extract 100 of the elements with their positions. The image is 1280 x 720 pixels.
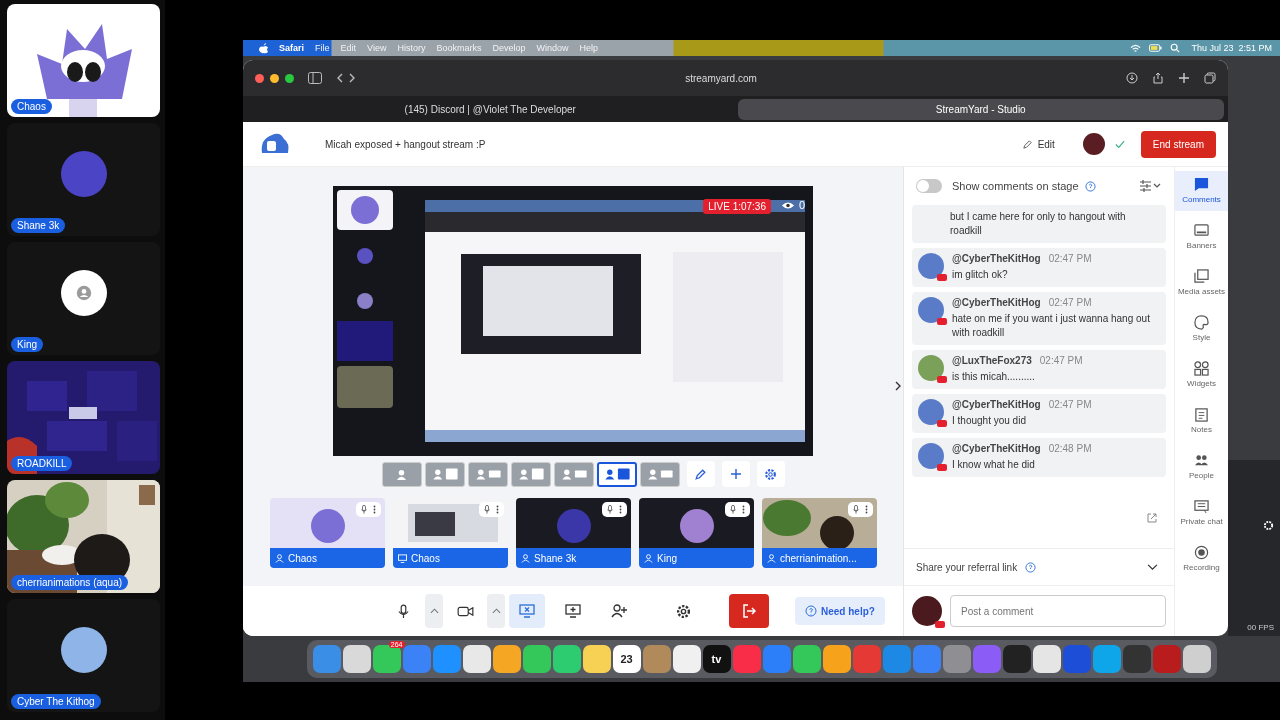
wifi-icon[interactable] [1130, 42, 1142, 54]
app-icon[interactable]: 23 [612, 645, 641, 673]
menu-item[interactable]: Safari [279, 43, 304, 53]
layout-button[interactable] [596, 461, 637, 487]
caret-icon [429, 608, 439, 614]
people-icon [1194, 453, 1209, 468]
toggle-switch[interactable] [916, 179, 942, 193]
tile-controls[interactable] [602, 502, 627, 517]
app-icon[interactable] [522, 645, 551, 673]
mic-icon[interactable] [361, 505, 367, 514]
app-icon[interactable] [462, 645, 491, 673]
plus-icon[interactable] [1178, 72, 1190, 84]
tile-controls[interactable] [725, 502, 750, 517]
download-icon[interactable] [1126, 72, 1138, 84]
rail-tab[interactable]: Notes [1175, 401, 1228, 441]
apple-icon[interactable] [259, 42, 268, 54]
edit-button[interactable]: Edit [1015, 137, 1061, 151]
filter-icon[interactable] [1138, 180, 1162, 192]
menu-item[interactable]: File [315, 43, 330, 53]
source-name: King [657, 552, 677, 564]
comment-text: is this micah.......... [952, 370, 1036, 384]
source-card[interactable]: Shane 3k [516, 498, 631, 568]
person-icon [275, 553, 284, 563]
tile-controls[interactable] [848, 502, 873, 517]
avatar[interactable] [1082, 133, 1105, 155]
source-card[interactable]: Chaos [270, 498, 385, 568]
comment-author: @CyberTheKitHog [952, 443, 1041, 454]
rail-tab[interactable]: Comments [1175, 171, 1228, 211]
help-icon[interactable] [1084, 180, 1096, 192]
youtube-icon [935, 621, 945, 628]
rail-tab[interactable]: Media assets [1175, 263, 1228, 303]
tile-controls[interactable] [356, 502, 381, 517]
mic-icon[interactable] [853, 505, 859, 514]
chevron-right-icon[interactable] [895, 381, 901, 391]
app-icon[interactable] [552, 645, 581, 673]
source-card[interactable]: King [639, 498, 754, 568]
mic-icon[interactable] [730, 505, 736, 514]
source-card[interactable]: cherrianimation... [762, 498, 877, 568]
referral-label[interactable]: Share your referral link [916, 561, 1018, 573]
share-icon[interactable] [1152, 72, 1164, 84]
browser-tab[interactable]: StreamYard - Studio [737, 98, 1224, 120]
comment-field[interactable]: Post a comment [950, 595, 1166, 627]
rail-tab[interactable]: Style [1175, 309, 1228, 349]
more-icon[interactable] [742, 505, 745, 514]
leave-button[interactable] [729, 594, 769, 628]
app-icon[interactable] [582, 645, 611, 673]
screen-icon [398, 553, 407, 563]
source-card[interactable]: Chaos [393, 498, 508, 568]
rail-tab[interactable]: Recording [1175, 539, 1228, 579]
settings-icon [675, 603, 691, 619]
app-icon[interactable] [1032, 645, 1061, 673]
mic-icon[interactable] [607, 505, 613, 514]
app-icon[interactable] [1002, 645, 1031, 673]
person-icon [644, 553, 653, 563]
tabs-icon[interactable] [1204, 72, 1216, 84]
app-icon[interactable] [792, 645, 821, 673]
person-icon [75, 284, 92, 301]
app-icon[interactable] [822, 645, 851, 673]
battery-icon[interactable] [1149, 44, 1163, 52]
more-icon[interactable] [865, 505, 868, 514]
eye-icon [780, 200, 795, 210]
rail-tab[interactable]: People [1175, 447, 1228, 487]
app-icon[interactable]: tv [702, 645, 731, 673]
back-forward-icon[interactable] [336, 72, 356, 84]
chevron-down-icon[interactable] [1147, 563, 1158, 571]
more-icon[interactable] [619, 505, 622, 514]
settings-icon[interactable] [1263, 520, 1274, 531]
comment-icon [1194, 177, 1209, 192]
more-icon[interactable] [373, 505, 376, 514]
edit-button[interactable] [686, 461, 715, 487]
end-stream-button[interactable]: End stream [1140, 130, 1216, 158]
browser-tab[interactable]: (145) Discord | @Violet The Developer [247, 98, 734, 120]
name-label: Chaos [11, 99, 52, 114]
sidebar-icon[interactable] [308, 72, 322, 84]
menu-clock[interactable]: Thu Jul 23 2:51 PM [1191, 43, 1272, 53]
mic-icon[interactable] [484, 505, 490, 514]
search-icon[interactable] [1170, 43, 1181, 53]
app-icon[interactable] [1092, 645, 1121, 673]
toggle-label: Show comments on stage [952, 180, 1079, 192]
help-button[interactable]: Need help? [795, 597, 885, 625]
youtube-icon [937, 420, 947, 427]
app-icon[interactable] [492, 645, 521, 673]
comment-text: I know what he did [952, 458, 1036, 472]
comment-time: 02:48 PM [1048, 443, 1092, 454]
help-icon[interactable] [1025, 561, 1037, 573]
share-button[interactable] [509, 594, 545, 628]
rail-tab[interactable]: Banners [1175, 217, 1228, 257]
person-icon [767, 553, 776, 563]
rail-tab[interactable]: Private chat [1175, 493, 1228, 533]
app-icon[interactable] [342, 645, 371, 673]
external-link-icon[interactable] [1146, 512, 1158, 524]
tile-controls[interactable] [479, 502, 504, 517]
app-icon[interactable] [1182, 645, 1211, 673]
app-icon[interactable] [672, 645, 701, 673]
name-label: Shane 3k [11, 218, 66, 233]
more-icon[interactable] [496, 505, 499, 514]
window-controls-icon[interactable] [255, 73, 294, 83]
add-button[interactable] [721, 461, 750, 487]
mic-icon [397, 603, 409, 619]
rail-tab[interactable]: Widgets [1175, 355, 1228, 395]
